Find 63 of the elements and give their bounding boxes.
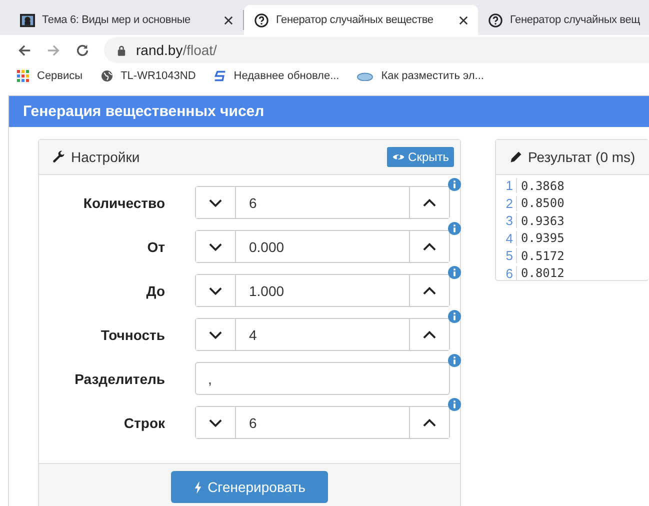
lock-icon [117, 44, 126, 56]
bookmark[interactable]: Сервисы [17, 70, 83, 82]
line-number: 6 [496, 266, 517, 281]
field-label: Количество [82, 194, 165, 210]
chevron-down-icon [209, 330, 222, 338]
chevron-up-icon [423, 198, 436, 206]
result-value: 0.8500 [520, 196, 564, 210]
line-number: 5 [496, 248, 517, 264]
result-value: 0.3868 [520, 178, 564, 193]
reload-icon[interactable] [75, 42, 90, 58]
wrench-icon [52, 150, 66, 164]
info-icon[interactable] [448, 310, 461, 323]
bookmark[interactable]: TL-WR1043ND [100, 70, 196, 82]
page-title: Генерация вещественных чисел [23, 103, 264, 120]
browser-tab[interactable]: Генератор случайных веществе [244, 5, 478, 35]
page-thumbnail-icon [20, 12, 35, 28]
apps-grid-icon [17, 70, 29, 82]
result-value: 0.5172 [520, 248, 564, 263]
line-number: 2 [496, 196, 517, 211]
card-title: Результат (0 ms) [528, 149, 636, 165]
result-value: 0.8012 [520, 266, 564, 280]
bookmark[interactable]: Недавнее обновле... [214, 70, 340, 82]
hide-button[interactable]: Скрыть [387, 147, 454, 167]
address-field[interactable]: rand.by/float/ [104, 37, 649, 63]
info-icon[interactable] [448, 398, 461, 411]
field-label: До [145, 282, 165, 298]
result-value: 0.9395 [520, 231, 564, 246]
line-number: 1 [496, 178, 517, 194]
field-label: Точность [100, 326, 165, 342]
chevron-down-icon [209, 242, 222, 250]
help-icon [254, 12, 269, 28]
chevron-down-icon [209, 418, 222, 426]
chevron-up-icon [423, 242, 436, 250]
chevron-up-icon [423, 418, 436, 426]
card-title: Настройки [71, 149, 141, 165]
globe-icon [100, 70, 113, 82]
close-icon[interactable] [459, 16, 468, 24]
result-value: 0.9363 [520, 214, 564, 228]
back-icon[interactable] [17, 42, 32, 58]
field-label: Строк [122, 414, 165, 430]
field-label: Разделитель [74, 370, 165, 386]
close-icon[interactable] [224, 16, 233, 24]
generate-button[interactable]: Сгенерировать [171, 471, 328, 503]
info-icon[interactable] [448, 266, 461, 279]
chevron-down-icon [209, 198, 222, 206]
line-number: 3 [496, 213, 517, 228]
info-icon[interactable] [448, 222, 461, 235]
browser-tab[interactable]: Генератор случайных вещ [478, 5, 640, 35]
chevron-up-icon [423, 330, 436, 338]
cloud-icon [357, 71, 374, 81]
lightning-icon [194, 480, 203, 494]
help-icon [488, 12, 503, 28]
field-label: От [146, 238, 165, 254]
chevron-up-icon [423, 286, 436, 294]
info-icon[interactable] [448, 178, 461, 191]
browser-tab[interactable]: Тема 6: Виды мер и основные [10, 10, 244, 30]
bookmark[interactable]: Как разместить эл... [357, 70, 484, 82]
chevron-down-icon [209, 286, 222, 294]
pencil-icon [509, 150, 523, 164]
line-number: 4 [496, 230, 517, 246]
text-field[interactable]: , [195, 362, 450, 395]
info-icon[interactable] [448, 354, 461, 367]
s-logo-icon [214, 70, 226, 82]
